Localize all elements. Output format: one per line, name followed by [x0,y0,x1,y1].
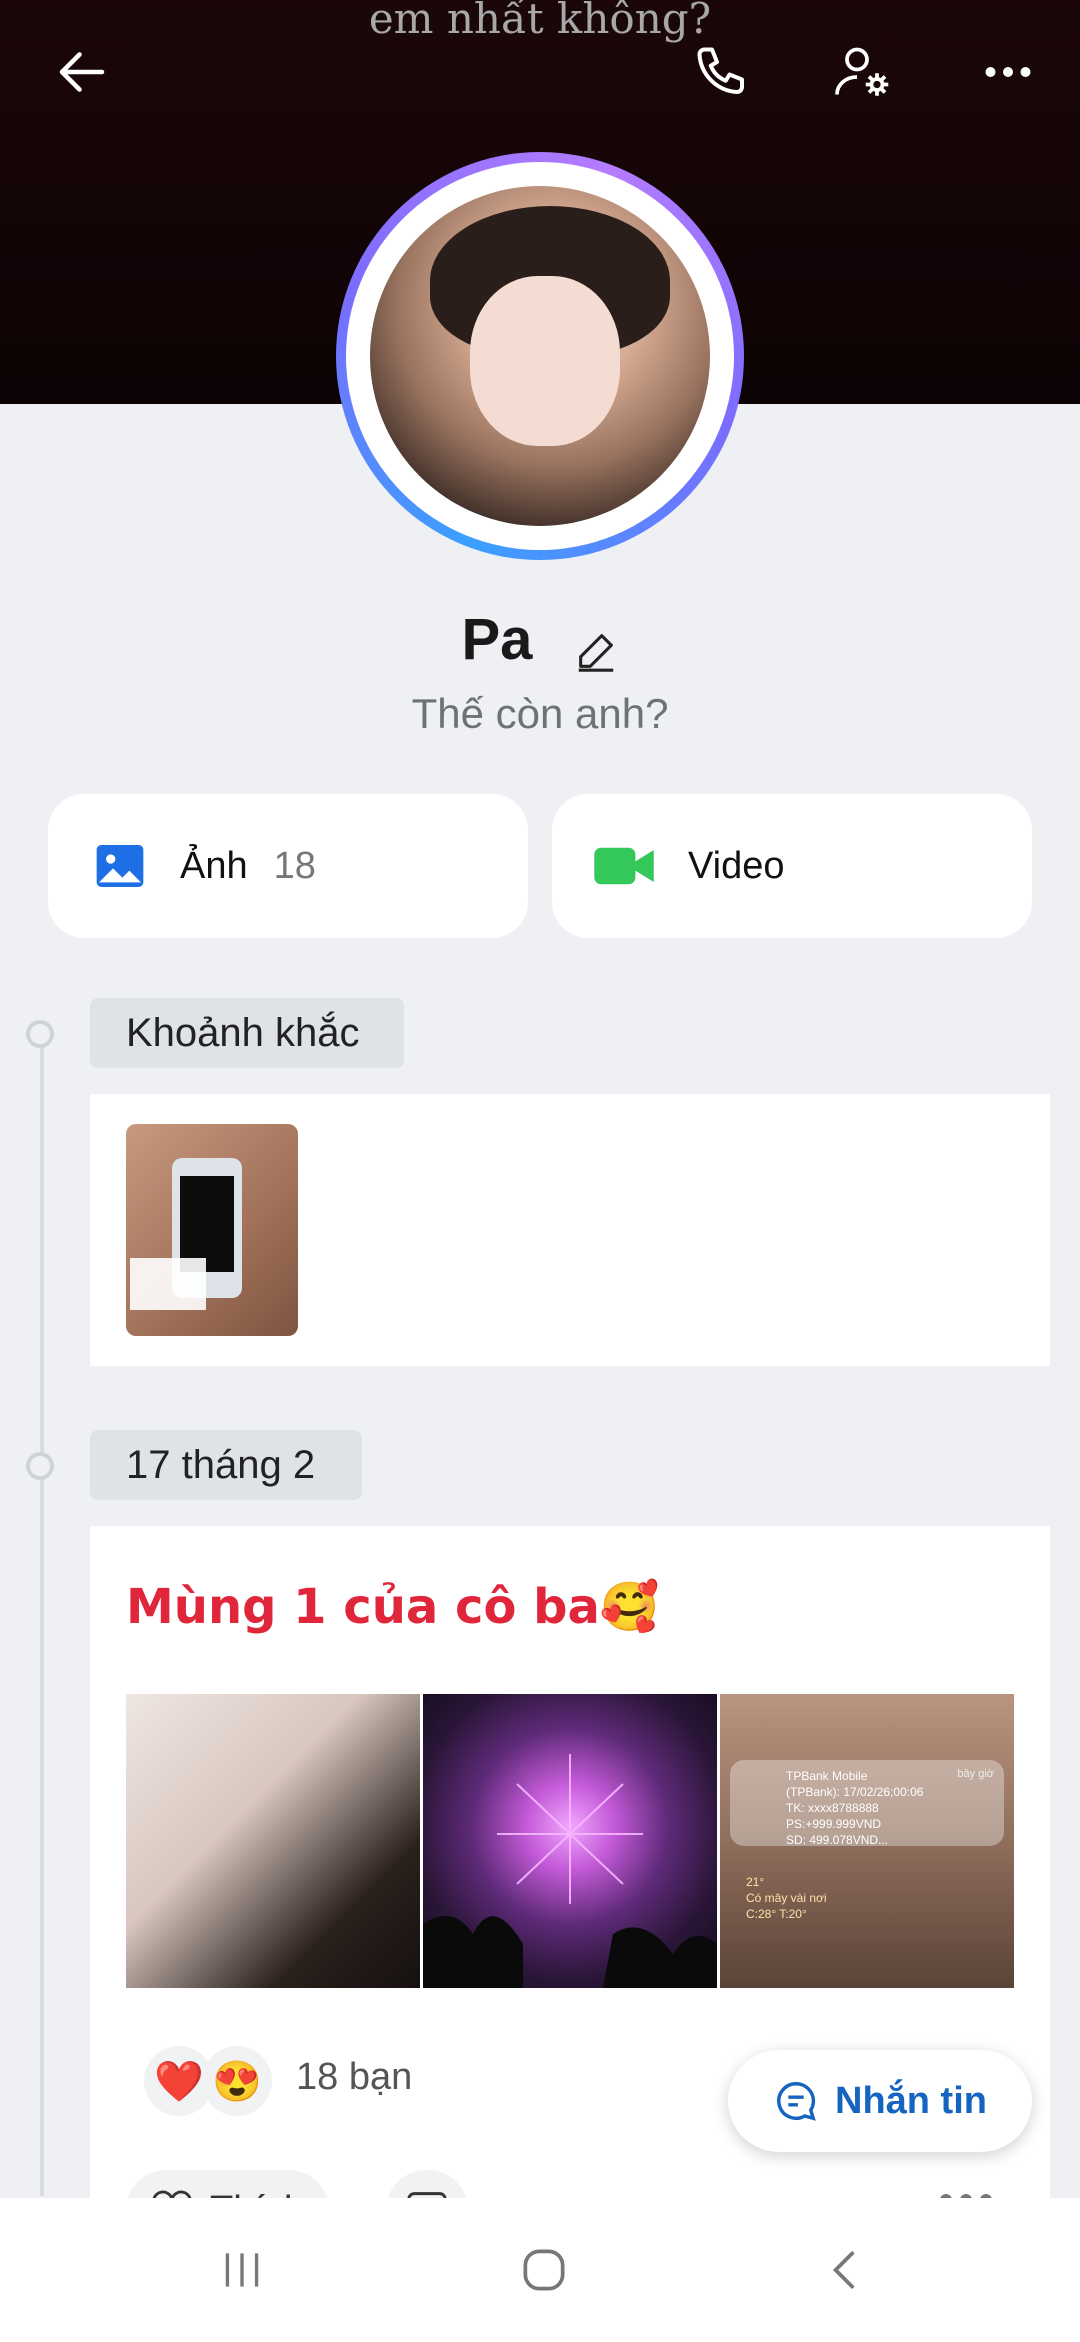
photos-card[interactable]: Ảnh 18 [48,794,528,938]
post-title: Mùng 1 của cô ba🥰 [126,1579,660,1635]
moments-chip: Khoảnh khắc [90,998,404,1068]
send-message-button[interactable]: Nhắn tin [728,2050,1032,2152]
send-message-label: Nhắn tin [835,2079,987,2122]
image-icon [92,838,148,894]
system-nav-bar [0,2198,1080,2342]
call-button[interactable] [680,30,764,114]
back-button[interactable] [40,30,124,114]
weather-widget: 21° Có mây vài nơi C:28° T:20° [746,1874,827,1922]
videos-label: Video [688,844,785,887]
weather-range: C:28° T:20° [746,1907,807,1921]
phone-icon [697,47,744,94]
notif-time: bây giờ [957,1768,994,1780]
timeline-dot [26,1020,54,1048]
notif-line1: (TPBank): 17/02/26;00:06 [786,1785,924,1799]
weather-temp: 21° [746,1875,765,1889]
moment-thumbnail[interactable] [126,1124,298,1336]
reaction-heart-eyes: 😍 [212,2059,262,2104]
profile-settings-button[interactable] [820,30,904,114]
post-photo-selfie[interactable] [126,1694,420,1988]
fireworks-graphic [423,1754,717,1988]
profile-status: Thế còn anh? [411,690,669,737]
photos-count: 18 [273,844,316,887]
timeline-line [40,1036,44,2196]
recents-nav-icon[interactable] [202,2238,282,2302]
notif-line3: PS:+999.999VND [786,1817,882,1831]
heart-eyes-reaction-icon: 😍 [202,2046,272,2116]
bank-notification: TPBank Mobile (TPBank): 17/02/26;00:06 T… [730,1760,1004,1848]
avatar-frame [346,162,734,550]
date-chip: 17 tháng 2 [90,1430,362,1500]
reaction-count[interactable]: 18 bạn [296,2056,412,2099]
avatar [370,186,710,526]
notif-text: TPBank Mobile (TPBank): 17/02/26;00:06 T… [786,1768,923,1848]
arrow-left-icon [59,52,105,92]
notif-app: TPBank Mobile [786,1769,868,1783]
moment-caption [130,1258,206,1310]
notif-line2: TK: xxxx8788888 [786,1801,879,1815]
chat-bubble-icon [777,2082,816,2121]
videos-card[interactable]: Video [552,794,1032,938]
more-button[interactable] [966,30,1050,114]
cover-overlay-text: em nhất không? [368,0,712,43]
back-nav-icon[interactable] [806,2238,886,2302]
profile-name-row: Pa [0,606,1080,673]
avatar-story-ring[interactable] [336,152,744,560]
notif-line4: SD: 499.078VND... [786,1833,889,1847]
moments-panel [90,1094,1050,1366]
home-nav-icon[interactable] [504,2238,584,2302]
weather-desc: Có mây vài nơi [746,1891,827,1905]
timeline-dot [26,1452,54,1480]
profile-name: Pa [461,607,533,672]
avatar-face [470,276,620,446]
user-gear-icon [835,47,889,96]
more-horizontal-icon [985,67,1031,77]
post-photo-fireworks[interactable] [423,1694,717,1988]
photos-label: Ảnh [180,844,248,887]
pencil-icon[interactable] [573,621,619,672]
reaction-heart: ❤️ [154,2059,204,2104]
post-photo-lockscreen[interactable]: TPBank Mobile (TPBank): 17/02/26;00:06 T… [720,1694,1014,1988]
video-icon [592,838,656,894]
